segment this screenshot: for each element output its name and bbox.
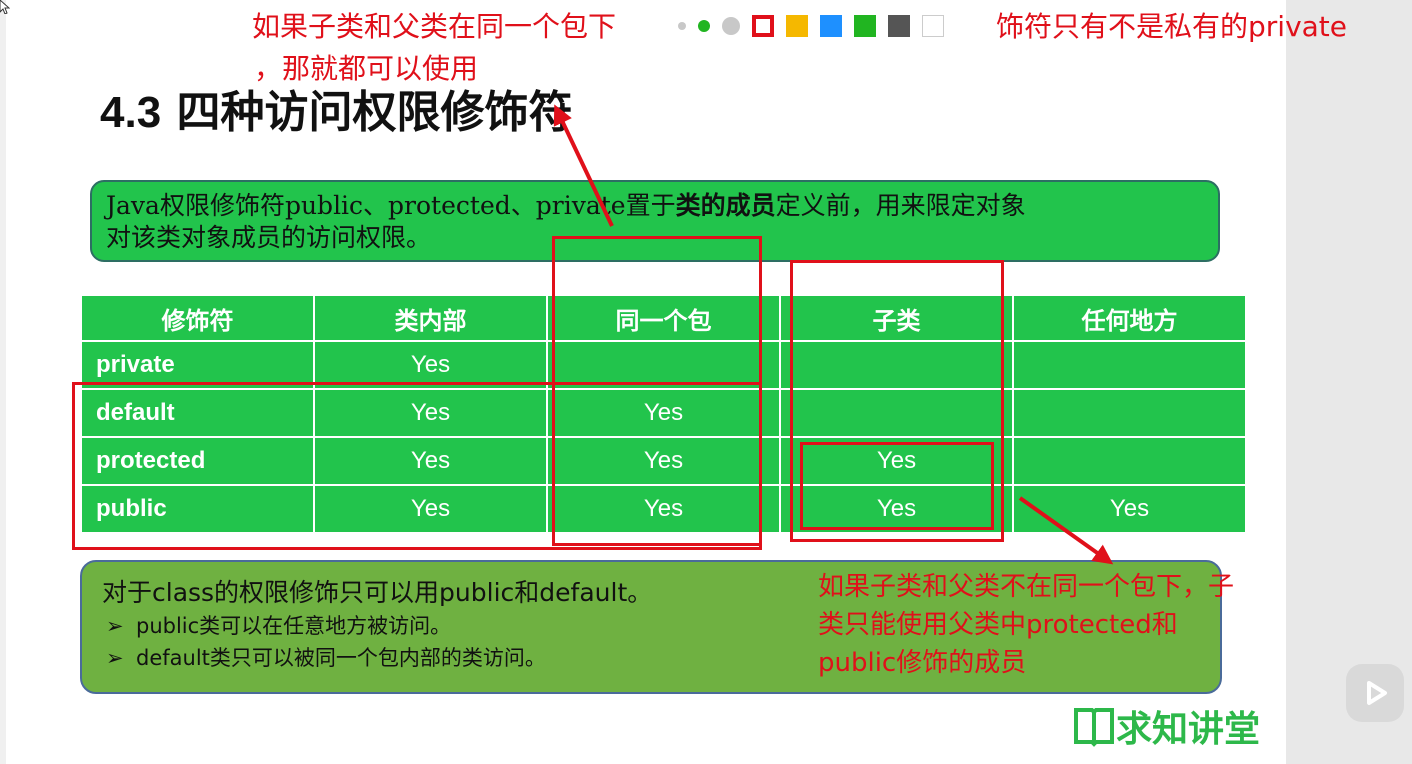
header-subclass: 子类 xyxy=(779,294,1014,342)
table-row: protected Yes Yes Yes xyxy=(80,436,1247,486)
player-side-panel xyxy=(1286,0,1412,764)
medium-pen-size-button[interactable] xyxy=(698,20,710,32)
intro-text-b: 定义前，用来限定对象 xyxy=(775,191,1026,220)
annotation-top-line2: ，那就都可以使用 xyxy=(254,52,479,85)
cell: Yes xyxy=(779,436,1014,486)
logo-text: 求知讲堂 xyxy=(1116,709,1261,750)
left-edge xyxy=(0,0,6,764)
bullet-arrow-icon: ➢ xyxy=(106,646,124,670)
header-anywhere: 任何地方 xyxy=(1012,294,1247,342)
play-button[interactable] xyxy=(1346,664,1404,722)
cell xyxy=(779,340,1014,390)
cell: Yes xyxy=(779,484,1014,534)
large-pen-size-button[interactable] xyxy=(722,17,740,35)
color-green-button[interactable] xyxy=(854,15,876,37)
logo: 求知讲堂 xyxy=(1072,700,1260,752)
header-same-package: 同一个包 xyxy=(546,294,781,342)
play-icon xyxy=(1367,681,1387,705)
title-text: 四种访问权限修饰符 xyxy=(176,87,573,138)
intro-box: Java权限修饰符public、protected、private置于类的成员定… xyxy=(90,180,1220,262)
drawing-toolbar xyxy=(656,6,986,46)
row-modifier: private xyxy=(80,340,315,390)
cell xyxy=(1012,388,1247,438)
table-header-row: 修饰符 类内部 同一个包 子类 任何地方 xyxy=(80,294,1247,342)
cell: Yes xyxy=(313,340,548,390)
cell: Yes xyxy=(313,436,548,486)
mouse-cursor-icon xyxy=(0,0,10,14)
cell xyxy=(1012,340,1247,390)
row-modifier: public xyxy=(80,484,315,534)
annotation-top-right: 饰符只有不是私有的private xyxy=(996,10,1347,43)
book-icon xyxy=(1074,708,1114,747)
header-modifier: 修饰符 xyxy=(80,294,315,342)
color-blue-button[interactable] xyxy=(820,15,842,37)
intro-text-bold: 类的成员 xyxy=(675,191,776,220)
cell: Yes xyxy=(1012,484,1247,534)
table-row: default Yes Yes xyxy=(80,388,1247,438)
small-pen-size-button[interactable] xyxy=(678,22,686,30)
cell: Yes xyxy=(546,484,781,534)
annotation-top-left: 如果子类和父类在同一个包下 xyxy=(252,10,617,43)
color-gray-button[interactable] xyxy=(888,15,910,37)
color-white-button[interactable] xyxy=(922,15,944,37)
annotation-bottom: 如果子类和父类不在同一个包下，子类只能使用父类中protected和public… xyxy=(818,572,1234,678)
header-class-internal: 类内部 xyxy=(313,294,548,342)
table-row: public Yes Yes Yes Yes xyxy=(80,484,1247,534)
access-modifier-table: 修饰符 类内部 同一个包 子类 任何地方 private Yes default… xyxy=(80,294,1247,534)
intro-text-a: Java权限修饰符public、protected、private置于 xyxy=(106,191,676,220)
row-modifier: protected xyxy=(80,436,315,486)
cell: Yes xyxy=(313,484,548,534)
cell: Yes xyxy=(313,388,548,438)
note-item-text: public类可以在任意地方被访问。 xyxy=(136,614,452,638)
table-row: private Yes xyxy=(80,340,1247,390)
bullet-arrow-icon: ➢ xyxy=(106,614,124,638)
intro-text-line2: 对该类对象成员的访问权限。 xyxy=(106,223,432,252)
cell: Yes xyxy=(546,388,781,438)
title-number: 4.3 xyxy=(100,88,162,137)
color-yellow-button[interactable] xyxy=(786,15,808,37)
cell xyxy=(546,340,781,390)
cell xyxy=(1012,436,1247,486)
color-red-button[interactable] xyxy=(752,15,774,37)
note-item-text: default类只可以被同一个包内部的类访问。 xyxy=(136,646,546,670)
cell xyxy=(779,388,1014,438)
row-modifier: default xyxy=(80,388,315,438)
cell: Yes xyxy=(546,436,781,486)
